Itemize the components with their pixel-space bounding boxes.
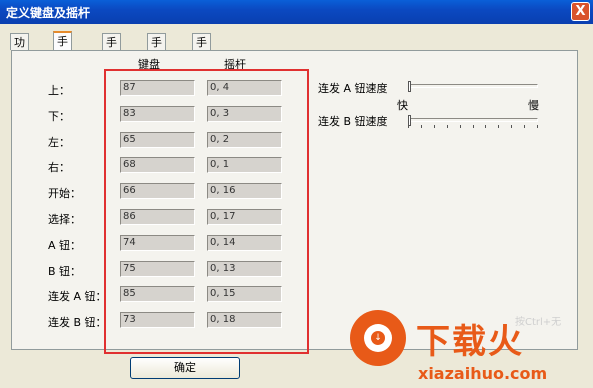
row-label: 连发 A 钮： <box>48 290 107 303</box>
fast-label: 快 <box>397 99 408 112</box>
slider-tick <box>498 125 499 128</box>
turbo-a-speed-slider[interactable] <box>408 84 538 88</box>
download-icon: ↓ <box>371 331 385 345</box>
row-label: 上： <box>48 84 70 97</box>
tab-controller-1[interactable]: 手把 1 <box>53 31 72 82</box>
window-title: 定义键盘及摇杆 <box>6 6 91 20</box>
row-label: 左： <box>48 136 70 149</box>
row-label: 下： <box>48 110 70 123</box>
row-label: 右： <box>48 161 70 174</box>
slider-tick <box>524 125 525 128</box>
tab-controller-4[interactable]: 手把 4 <box>192 33 211 83</box>
watermark-brand: 下载火 <box>416 322 524 362</box>
slider-tick <box>434 125 435 128</box>
row-label: 开始： <box>48 187 81 200</box>
watermark-url: xiazaihuo.com <box>418 364 548 383</box>
highlight-box <box>104 69 309 354</box>
slider-tick <box>473 125 474 128</box>
row-label: 选择： <box>48 213 81 226</box>
slider-tick <box>408 125 409 128</box>
slider-tick <box>460 125 461 128</box>
turbo-a-slider-thumb[interactable] <box>408 81 411 92</box>
close-button[interactable]: X <box>571 2 590 21</box>
row-label: B 钮： <box>48 265 82 278</box>
tab-function-keys[interactable]: 功能键 <box>10 33 29 83</box>
watermark-logo: ↓ 下载火 xiazaihuo.com <box>346 306 593 388</box>
slider-tick <box>421 125 422 128</box>
slow-label: 慢 <box>528 99 539 112</box>
ok-button[interactable]: 确定 <box>130 357 240 379</box>
tab-controller-2[interactable]: 手把 2 <box>102 33 121 83</box>
slider-tick <box>485 125 486 128</box>
row-label: 连发 B 钮： <box>48 316 107 329</box>
flame-logo-icon: ↓ <box>350 310 406 366</box>
row-label: A 钮： <box>48 239 82 252</box>
turbo-b-speed-label: 连发 B 钮速度 <box>318 115 388 128</box>
turbo-b-speed-slider[interactable] <box>408 118 538 122</box>
slider-tick <box>447 125 448 128</box>
title-bar: 定义键盘及摇杆 X <box>0 0 593 24</box>
turbo-a-speed-label: 连发 A 钮速度 <box>318 82 388 95</box>
slider-tick <box>511 125 512 128</box>
tab-controller-3[interactable]: 手把 3 <box>147 33 166 83</box>
slider-tick <box>537 125 538 128</box>
